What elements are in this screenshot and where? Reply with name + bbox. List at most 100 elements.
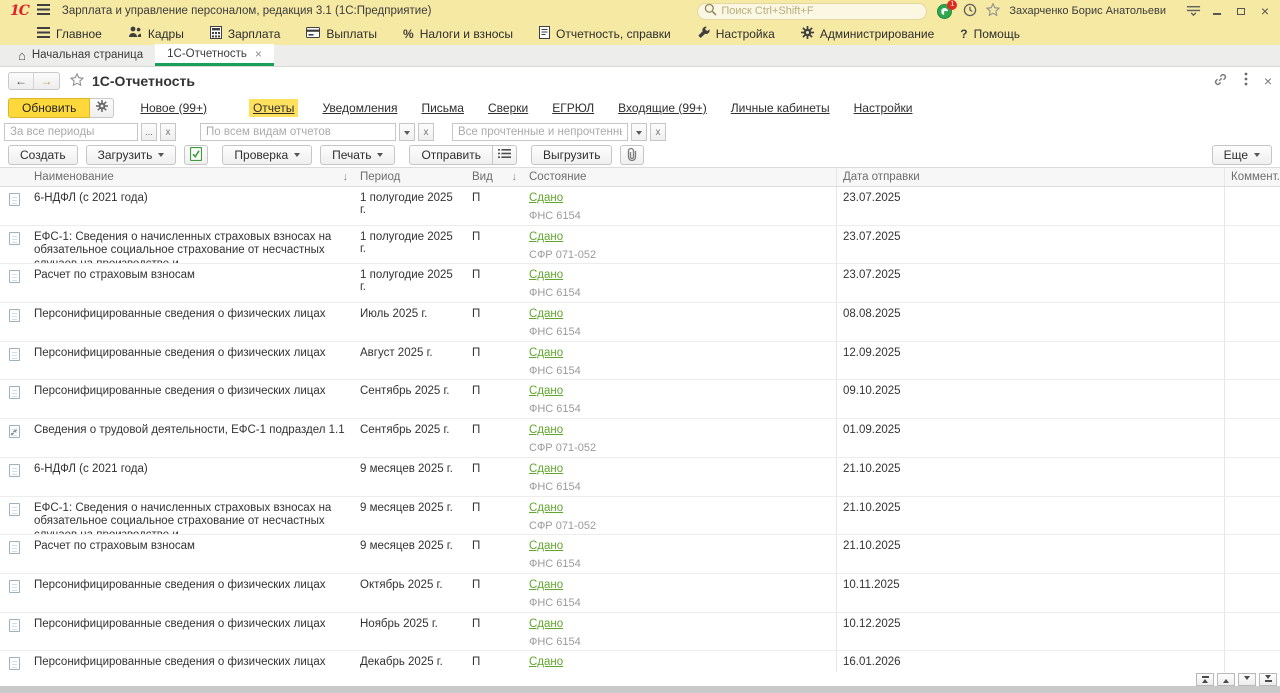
- service-link-7[interactable]: Настройки: [854, 101, 913, 115]
- report-type-dropdown-icon[interactable]: [399, 123, 415, 141]
- add-favorite-star-icon[interactable]: [70, 73, 84, 89]
- read-state-filter-input[interactable]: [452, 123, 628, 141]
- header-period[interactable]: Период: [354, 168, 466, 186]
- period-clear-button[interactable]: x: [160, 123, 176, 141]
- back-button[interactable]: ←: [9, 73, 34, 89]
- collapse-ribbon-icon[interactable]: [1184, 3, 1202, 19]
- service-link-5[interactable]: Входящие (99+): [618, 101, 707, 115]
- status-link[interactable]: Сдано: [529, 618, 563, 630]
- restore-button[interactable]: [1232, 3, 1250, 19]
- table-row-12[interactable]: Персонифицированные сведения о физически…: [0, 651, 1280, 672]
- tab-close-icon[interactable]: ×: [255, 47, 262, 61]
- refresh-settings-gear-icon[interactable]: [90, 98, 114, 118]
- report-document-icon: [9, 580, 20, 593]
- table-row-9[interactable]: Расчет по страховым взносам 9 месяцев 20…: [0, 535, 1280, 574]
- table-row-0[interactable]: 6-НДФЛ (с 2021 года) 1 полугодие 2025 г.…: [0, 187, 1280, 226]
- report-type-clear-button[interactable]: x: [418, 123, 434, 141]
- table-row-1[interactable]: ЕФС-1: Сведения о начисленных страховых …: [0, 226, 1280, 265]
- report-document-icon: [9, 232, 20, 245]
- table-row-8[interactable]: ЕФС-1: Сведения о начисленных страховых …: [0, 497, 1280, 536]
- forward-button[interactable]: →: [34, 73, 59, 89]
- new-items-link[interactable]: Новое (99+): [140, 101, 207, 115]
- history-icon[interactable]: [963, 3, 977, 20]
- more-menu-icon[interactable]: [1244, 72, 1248, 89]
- menu-item-7[interactable]: Администрирование: [788, 22, 947, 45]
- menu-item-6[interactable]: Настройка: [684, 22, 788, 45]
- menu-item-1[interactable]: Кадры: [115, 22, 197, 45]
- status-link[interactable]: Сдано: [529, 385, 563, 397]
- go-last-row-button[interactable]: [1259, 673, 1277, 686]
- minimize-button[interactable]: [1208, 3, 1226, 19]
- tab-1c-reporting[interactable]: 1С-Отчетность ×: [155, 44, 274, 66]
- status-link[interactable]: Сдано: [529, 231, 563, 243]
- menu-item-8[interactable]: ? Помощь: [947, 22, 1033, 45]
- header-name[interactable]: Наименование ↓: [28, 168, 354, 186]
- service-link-3[interactable]: Сверки: [488, 101, 528, 115]
- previous-row-button[interactable]: [1217, 673, 1235, 686]
- export-button[interactable]: Выгрузить: [531, 145, 613, 165]
- search-icon: [704, 3, 717, 19]
- attachment-button[interactable]: [620, 145, 644, 165]
- status-link[interactable]: Сдано: [529, 424, 563, 436]
- menu-item-3[interactable]: Выплаты: [293, 22, 390, 45]
- header-comment[interactable]: Коммент...: [1224, 168, 1280, 186]
- reporting-notifications-icon[interactable]: 1: [937, 3, 953, 19]
- more-button[interactable]: Еще: [1212, 145, 1272, 165]
- status-link[interactable]: Сдано: [529, 540, 563, 552]
- global-search[interactable]: [697, 3, 927, 20]
- next-row-button[interactable]: [1238, 673, 1256, 686]
- menu-item-5[interactable]: Отчетность, справки: [526, 22, 684, 45]
- tab-home[interactable]: ⌂ Начальная страница: [6, 44, 155, 66]
- table-row-5[interactable]: Персонифицированные сведения о физически…: [0, 380, 1280, 419]
- send-list-icon[interactable]: [493, 145, 517, 165]
- refresh-button[interactable]: Обновить: [8, 98, 90, 118]
- table-row-10[interactable]: Персонифицированные сведения о физически…: [0, 574, 1280, 613]
- send-button[interactable]: Отправить: [409, 145, 493, 165]
- header-sent-date[interactable]: Дата отправки: [836, 168, 1224, 186]
- current-user[interactable]: Захарченко Борис Анатольеви: [1009, 5, 1166, 17]
- get-link-icon[interactable]: [1213, 72, 1228, 90]
- menu-item-0[interactable]: Главное: [24, 22, 115, 45]
- load-from-file-button[interactable]: [184, 145, 208, 165]
- search-input[interactable]: [721, 5, 920, 17]
- menu-item-2[interactable]: Зарплата: [197, 22, 294, 45]
- check-button[interactable]: Проверка: [222, 145, 312, 165]
- table-row-11[interactable]: Персонифицированные сведения о физически…: [0, 613, 1280, 652]
- period-choose-button[interactable]: ...: [141, 123, 157, 141]
- status-link[interactable]: Сдано: [529, 579, 563, 591]
- table-row-2[interactable]: Расчет по страховым взносам 1 полугодие …: [0, 264, 1280, 303]
- status-link[interactable]: Сдано: [529, 656, 563, 668]
- report-document-icon: [9, 619, 20, 632]
- report-type-filter-input[interactable]: [200, 123, 396, 141]
- header-status[interactable]: Состояние: [523, 168, 836, 186]
- period-filter-input[interactable]: [4, 123, 138, 141]
- favorites-star-icon[interactable]: [986, 3, 1000, 19]
- print-button[interactable]: Печать: [320, 145, 395, 165]
- table-row-6[interactable]: Сведения о трудовой деятельности, ЕФС-1 …: [0, 419, 1280, 458]
- service-link-4[interactable]: ЕГРЮЛ: [552, 101, 594, 115]
- service-link-0[interactable]: Отчеты: [249, 99, 298, 117]
- read-state-clear-button[interactable]: x: [650, 123, 666, 141]
- status-link[interactable]: Сдано: [529, 463, 563, 475]
- status-link[interactable]: Сдано: [529, 308, 563, 320]
- service-link-1[interactable]: Уведомления: [322, 101, 397, 115]
- table-row-3[interactable]: Персонифицированные сведения о физически…: [0, 303, 1280, 342]
- menu-item-4[interactable]: % Налоги и взносы: [390, 22, 526, 45]
- table-row-4[interactable]: Персонифицированные сведения о физически…: [0, 342, 1280, 381]
- header-vid[interactable]: Вид ↓: [466, 168, 523, 186]
- status-link[interactable]: Сдано: [529, 347, 563, 359]
- table-row-7[interactable]: 6-НДФЛ (с 2021 года) 9 месяцев 2025 г. П…: [0, 458, 1280, 497]
- go-first-row-button[interactable]: [1196, 673, 1214, 686]
- create-button[interactable]: Создать: [8, 145, 78, 165]
- close-form-icon[interactable]: ×: [1264, 73, 1272, 89]
- close-window-button[interactable]: ×: [1256, 3, 1274, 19]
- service-link-2[interactable]: Письма: [421, 101, 464, 115]
- read-state-dropdown-icon[interactable]: [631, 123, 647, 141]
- report-name: Расчет по страховым взносам: [28, 535, 354, 573]
- status-link[interactable]: Сдано: [529, 192, 563, 204]
- load-button[interactable]: Загрузить: [86, 145, 177, 165]
- main-menu-burger-icon[interactable]: [37, 4, 50, 18]
- service-link-6[interactable]: Личные кабинеты: [731, 101, 830, 115]
- status-link[interactable]: Сдано: [529, 269, 563, 281]
- status-link[interactable]: Сдано: [529, 502, 563, 514]
